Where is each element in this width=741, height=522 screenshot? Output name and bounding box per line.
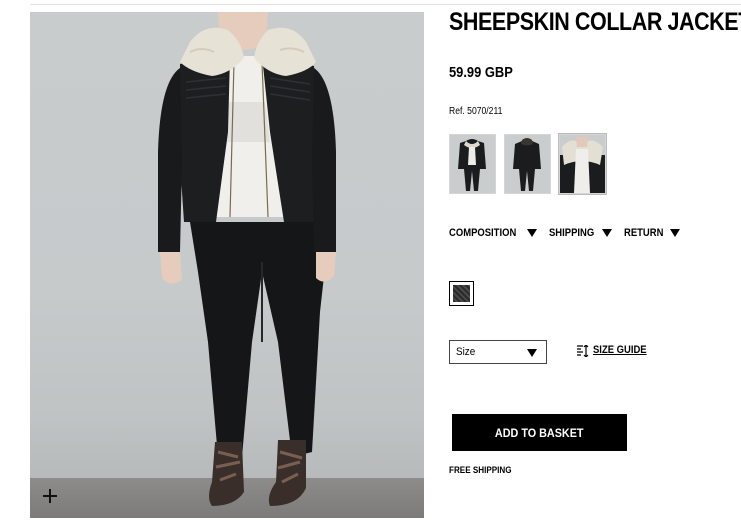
- ruler-icon: [577, 344, 589, 358]
- top-divider: [30, 4, 741, 5]
- product-title: SHEEPSKIN COLLAR JACKET: [449, 8, 741, 36]
- composition-label: COMPOSITION: [449, 227, 517, 239]
- product-info-tabs: COMPOSITION SHIPPING RETURN: [449, 227, 692, 239]
- thumbnail-collar-detail[interactable]: [558, 133, 607, 195]
- main-product-image[interactable]: [30, 12, 424, 518]
- model-illustration: [158, 12, 336, 506]
- thumbnail-back[interactable]: [504, 134, 551, 194]
- composition-toggle[interactable]: COMPOSITION: [449, 227, 538, 239]
- product-reference: Ref. 5070/211: [449, 106, 503, 117]
- return-toggle[interactable]: RETURN: [624, 227, 680, 239]
- size-guide-link[interactable]: SIZE GUIDE: [577, 344, 655, 358]
- size-guide-label: SIZE GUIDE: [593, 344, 647, 356]
- add-to-basket-button[interactable]: ADD TO BASKET: [452, 414, 627, 451]
- triangle-down-icon: [669, 229, 680, 237]
- color-swatch-black[interactable]: [449, 281, 474, 306]
- size-dropdown-label: Size: [456, 346, 476, 358]
- add-to-basket-label: ADD TO BASKET: [495, 425, 584, 440]
- free-shipping-note: FREE SHIPPING: [449, 465, 512, 475]
- swatch-fill: [453, 285, 470, 302]
- zoom-plus-icon[interactable]: [42, 488, 58, 504]
- thumbnail-front[interactable]: [449, 134, 496, 194]
- product-price: 59.99 GBP: [449, 64, 513, 81]
- shipping-toggle[interactable]: SHIPPING: [549, 227, 612, 239]
- chevron-down-icon: [527, 349, 537, 357]
- thumbnail-gallery: [449, 133, 607, 195]
- size-dropdown[interactable]: Size: [449, 340, 547, 364]
- shipping-label: SHIPPING: [549, 227, 595, 239]
- return-label: RETURN: [623, 227, 664, 239]
- triangle-down-icon: [527, 229, 538, 237]
- triangle-down-icon: [601, 229, 612, 237]
